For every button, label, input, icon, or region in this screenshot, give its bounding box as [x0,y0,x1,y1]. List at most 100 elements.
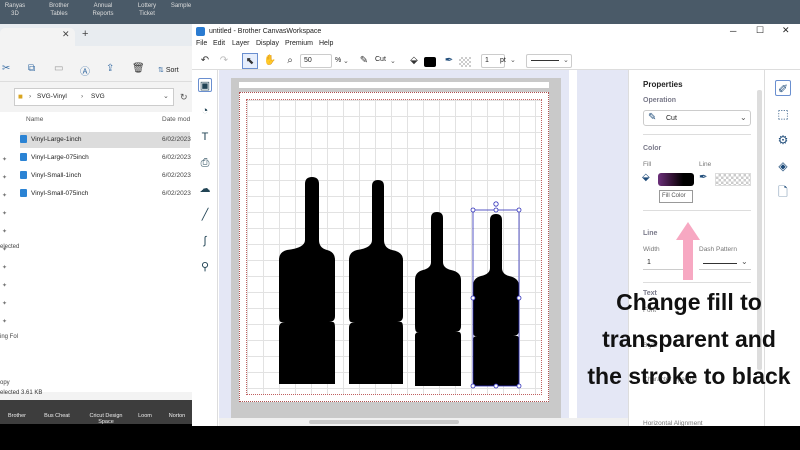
canvas-area[interactable] [219,70,628,418]
pin-icon: ✦ [2,319,8,325]
column-header-date[interactable]: Date mod [162,116,190,123]
menu-help[interactable]: Help [319,40,333,47]
stroke-color-swatch[interactable] [459,57,471,67]
object-tool-icon[interactable]: ▣ [198,78,212,92]
resize-handle[interactable] [516,383,522,389]
status-bar: elected 3.61 KB [0,390,43,396]
desktop-icons-strip: Ranyas 3D Brother Tables Annual Reports … [0,0,800,24]
page-icon[interactable]: 🗋 [775,184,791,200]
delete-icon[interactable]: 🗑 [132,63,145,74]
nav-pane-label: opy [0,380,10,386]
fill-bucket-icon[interactable]: ⬙ [406,53,422,69]
list-item[interactable]: Vinyl-Large-1inch 6/02/2023 [20,132,191,148]
resize-handle[interactable] [470,207,476,213]
column-header-name[interactable]: Name [26,116,43,123]
copy-icon[interactable]: ⧉ [28,63,35,74]
settings-gear-icon[interactable]: ⚙ [775,132,791,148]
chevron-down-icon[interactable]: ⌄ [343,57,349,65]
rotate-handle[interactable] [493,201,499,207]
scroll-thumb[interactable] [309,420,459,424]
refresh-icon[interactable]: ↻ [180,92,188,103]
pin-icon: ✦ [2,175,8,181]
layers-icon[interactable]: ◈ [775,158,791,174]
resize-handle[interactable] [516,295,522,301]
menu-display[interactable]: Display [256,40,279,47]
resize-handle[interactable] [493,207,499,213]
explorer-tab[interactable]: ✕ [0,28,75,46]
chevron-down-icon[interactable]: ⌄ [510,56,516,64]
breadcrumb-item[interactable]: SVG [91,93,105,100]
line-tool-icon[interactable]: ╱ [198,208,212,222]
fill-color-button[interactable] [658,173,694,186]
line-color-button[interactable] [715,173,751,186]
magic-wand-icon[interactable]: ⚲ [198,260,212,274]
freehand-tool-icon[interactable]: ∫ [198,234,212,248]
resize-handle[interactable] [470,295,476,301]
minimize-icon[interactable]: ─ [730,26,736,36]
taskbar-item[interactable]: Bus Cheat [40,400,74,424]
line-style-select[interactable]: ⌄ [526,54,572,68]
rename-icon[interactable]: Ⓐ [80,63,90,78]
text-tool-icon[interactable]: T [198,130,212,144]
vinyl-shape-large-2[interactable] [349,180,403,384]
resize-handle[interactable] [470,383,476,389]
hand-tool-icon[interactable]: ✋ [262,53,278,69]
image-trace-icon[interactable]: ⎙ [198,156,212,170]
horizontal-scrollbar[interactable] [219,418,628,426]
paste-icon[interactable]: ▭ [54,63,63,74]
zoom-value: 50 [304,57,312,64]
resize-handle[interactable] [493,383,499,389]
zoom-icon[interactable]: ⌕ [282,53,298,69]
menu-file[interactable]: File [196,40,207,47]
desktop-icon[interactable]: Brother Tables [48,2,70,22]
cut-mode-icon: ✎ [359,55,369,66]
select-tool-icon[interactable]: ⬉ [242,53,258,69]
file-name: Vinyl-Small-075inch [31,190,89,197]
desktop-icon[interactable]: Ranyas 3D [4,2,26,22]
taskbar-item[interactable]: Cricut Design Space [84,400,128,425]
close-tab-icon[interactable]: ✕ [62,29,70,40]
chevron-down-icon[interactable]: ⌄ [163,92,169,100]
menu-edit[interactable]: Edit [213,40,225,47]
stroke-pen-icon[interactable]: ✒ [441,53,457,69]
taskbar-item[interactable]: Loom [128,400,162,424]
cloud-icon[interactable]: ☁ [198,182,212,196]
list-item[interactable]: Vinyl-Small-075inch 6/02/2023 [20,186,191,202]
dash-pattern-select[interactable]: ⌄ [699,256,751,270]
redo-icon[interactable]: ↷ [216,53,232,69]
menu-layer[interactable]: Layer [232,40,250,47]
vinyl-shape-large-1[interactable] [279,177,335,384]
cut-icon[interactable]: ✂ [2,63,10,74]
mat-background [231,78,561,418]
operation-dropdown[interactable]: ✎ Cut ⌄ [643,110,751,126]
vinyl-shape-small-1[interactable] [415,212,461,386]
zoom-select[interactable]: 50 [300,54,332,68]
new-tab-icon[interactable]: + [82,28,88,40]
desktop-icon[interactable]: Annual Reports [92,2,114,22]
sort-button[interactable]: ⇅ Sort [158,66,179,74]
desktop-icon[interactable]: Lottery Ticket [136,2,158,22]
transform-icon[interactable]: ⬚ [775,106,791,122]
resize-handle[interactable] [516,207,522,213]
close-icon[interactable]: ✕ [782,25,790,36]
menu-premium[interactable]: Premium [285,40,313,47]
taskbar-item[interactable]: Brother [0,400,34,424]
fill-color-tooltip: Fill Color [659,190,693,203]
pin-icon: ✦ [2,229,8,235]
properties-brush-icon[interactable]: ✐ [775,80,791,96]
list-item[interactable]: Vinyl-Large-075inch 6/02/2023 [20,150,191,166]
taskbar-item[interactable]: Norton [162,400,192,424]
desktop-icon[interactable]: Sample [170,2,192,22]
maximize-icon[interactable]: ☐ [756,25,764,36]
shapes-icon[interactable]: ◔ [198,104,212,118]
share-icon[interactable]: ⇪ [106,63,114,74]
design-canvas[interactable] [247,100,543,396]
undo-icon[interactable]: ↶ [197,53,213,69]
breadcrumb-item[interactable]: SVG-Vinyl [37,93,67,100]
vinyl-shape-small-2[interactable] [473,214,519,386]
chevron-down-icon[interactable]: ⌄ [390,57,396,65]
fill-color-swatch[interactable] [424,57,436,67]
address-bar[interactable]: ■ › SVG-Vinyl › SVG ⌄ [14,88,174,106]
list-item[interactable]: Vinyl-Small-1inch 6/02/2023 [20,168,191,184]
svg-file-icon [20,135,27,144]
